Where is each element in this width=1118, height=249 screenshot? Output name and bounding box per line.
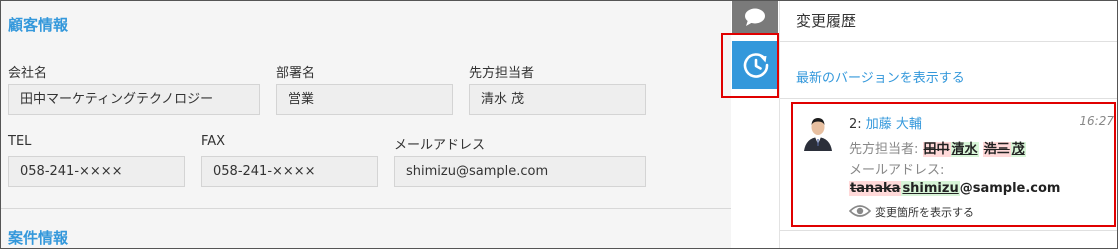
department-label: 部署名 (276, 66, 316, 81)
eye-icon (849, 205, 871, 217)
comments-tab[interactable] (732, 1, 778, 33)
show-changes-link[interactable]: 変更箇所を表示する (875, 204, 974, 220)
tel-label: TEL (8, 134, 32, 149)
email-field[interactable]: shimizu@sample.com (394, 156, 646, 187)
user-avatar (801, 113, 835, 151)
inserted-text: 茂 (1010, 142, 1026, 157)
fax-field[interactable]: 058-241-×××× (201, 156, 378, 187)
deleted-text: 浩三 (982, 142, 1011, 157)
show-latest-version-link[interactable]: 最新のバージョンを表示する (796, 67, 965, 86)
history-tab-highlight (721, 33, 779, 98)
department-field[interactable]: 営業 (276, 84, 453, 115)
email-label: メールアドレス (394, 138, 486, 153)
panel-divider (780, 230, 1117, 231)
email-diff-label: メールアドレス: (849, 163, 945, 178)
tel-field[interactable]: 058-241-×××× (8, 156, 185, 187)
deleted-text: tanaka (849, 181, 902, 196)
fax-label: FAX (201, 134, 226, 149)
entry-time: 16:27 (1079, 114, 1114, 128)
side-tab-strip (721, 1, 780, 248)
panel-divider (780, 98, 1117, 99)
contact-label: 先方担当者 (469, 66, 535, 81)
version-number: 2: (849, 117, 862, 132)
panel-divider (780, 41, 1117, 42)
panel-title: 変更履歴 (796, 12, 857, 30)
company-field[interactable]: 田中マーケティングテクノロジー (8, 84, 260, 115)
entry-header: 2: 加藤 大輔 (849, 113, 922, 132)
author-link[interactable]: 加藤 大輔 (866, 117, 922, 132)
email-diff: tanaka shimizu@sample.com (849, 181, 1060, 196)
section-title-project-info: 案件情報 (8, 229, 69, 247)
inserted-text: 清水 (950, 142, 979, 157)
contact-field[interactable]: 清水 茂 (469, 84, 646, 115)
section-divider (1, 208, 731, 209)
inserted-text: shimizu (901, 181, 960, 196)
deleted-text: 田中 (922, 142, 951, 157)
record-form: 顧客情報 会社名 田中マーケティングテクノロジー 部署名 営業 先方担当者 清水… (1, 1, 731, 248)
contact-diff-label: 先方担当者: (849, 142, 919, 157)
section-title-customer-info: 顧客情報 (8, 16, 69, 34)
change-history-panel: 変更履歴 最新のバージョンを表示する 2: 加藤 大輔 16:27 先方担当者:… (779, 1, 1117, 248)
company-label: 会社名 (8, 66, 48, 81)
history-entry: 2: 加藤 大輔 16:27 先方担当者: 田中 清水 浩三茂 メールアドレス: … (791, 102, 1116, 227)
unchanged-text: @sample.com (959, 181, 1061, 196)
contact-diff: 先方担当者: 田中 清水 浩三茂 (849, 138, 1026, 157)
app-frame: 顧客情報 会社名 田中マーケティングテクノロジー 部署名 営業 先方担当者 清水… (0, 0, 1118, 249)
speech-bubble-icon (745, 8, 765, 26)
